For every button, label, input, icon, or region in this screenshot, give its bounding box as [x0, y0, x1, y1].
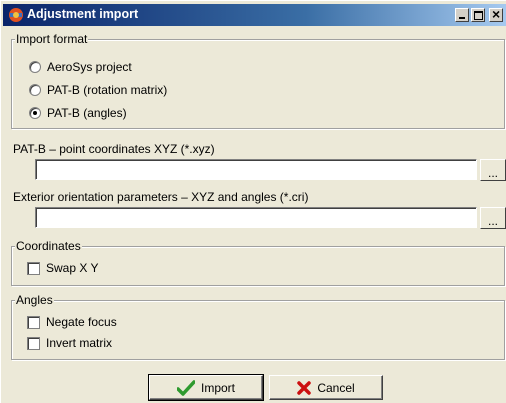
swap-xy-box[interactable] — [27, 261, 40, 275]
patb-points-browse-button[interactable]: ... — [480, 159, 506, 181]
angles-group — [11, 300, 505, 360]
patb-points-label: PAT-B – point coordinates XYZ (*.xyz) — [13, 142, 215, 156]
radio-patb-angles[interactable]: PAT-B (angles) — [29, 105, 127, 121]
negate-focus-label: Negate focus — [46, 315, 117, 329]
checkmark-icon — [176, 379, 195, 396]
patb-points-input[interactable] — [35, 159, 477, 180]
import-button[interactable]: Import — [148, 374, 264, 401]
coordinates-legend: Coordinates — [15, 239, 82, 253]
app-icon — [9, 8, 23, 22]
title-bar[interactable]: Adjustment import — [3, 4, 506, 26]
exterior-orientation-input[interactable] — [35, 207, 477, 228]
maximize-button[interactable] — [471, 8, 485, 22]
invert-matrix-checkbox[interactable]: Invert matrix — [27, 335, 112, 351]
radio-patb-rotation-matrix[interactable]: PAT-B (rotation matrix) — [29, 82, 167, 98]
cancel-x-icon — [297, 380, 312, 395]
radio-patb-angles-indicator[interactable] — [29, 107, 41, 119]
negate-focus-box[interactable] — [27, 315, 40, 329]
invert-matrix-label: Invert matrix — [46, 336, 113, 350]
swap-xy-label: Swap X Y — [46, 261, 99, 275]
radio-patb-angles-label: PAT-B (angles) — [47, 106, 127, 120]
cancel-button[interactable]: Cancel — [269, 375, 383, 400]
radio-aerosys-indicator[interactable] — [29, 61, 41, 73]
radio-aerosys-project[interactable]: AeroSys project — [29, 59, 132, 75]
radio-patb-rotation-indicator[interactable] — [29, 84, 41, 96]
negate-focus-checkbox[interactable]: Negate focus — [27, 314, 117, 330]
invert-matrix-box[interactable] — [27, 336, 40, 350]
swap-xy-checkbox[interactable]: Swap X Y — [27, 260, 98, 276]
window-title: Adjustment import — [27, 7, 139, 21]
radio-aerosys-label: AeroSys project — [47, 60, 132, 74]
radio-patb-rotation-label: PAT-B (rotation matrix) — [47, 83, 168, 97]
exterior-orientation-label: Exterior orientation parameters – XYZ an… — [13, 190, 309, 204]
minimize-button[interactable] — [455, 8, 469, 22]
angles-legend: Angles — [15, 293, 54, 307]
close-button[interactable] — [489, 6, 503, 22]
exterior-orientation-browse-button[interactable]: ... — [480, 207, 506, 229]
adjustment-import-dialog: Adjustment import Import format AeroSys … — [0, 0, 506, 403]
cancel-button-label: Cancel — [317, 380, 355, 395]
import-button-label: Import — [200, 380, 235, 395]
import-format-legend: Import format — [15, 32, 89, 46]
